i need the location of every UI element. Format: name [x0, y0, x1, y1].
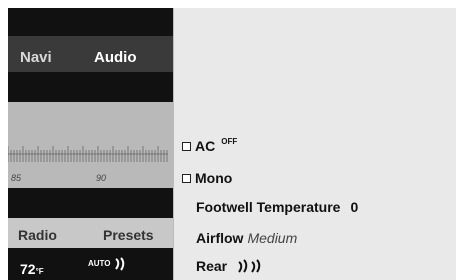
- fan-airflow-icon: [114, 257, 125, 271]
- audio-menu-item[interactable]: Audio: [94, 49, 137, 66]
- mono-label: Mono: [195, 170, 233, 186]
- frequency-scale: [8, 146, 168, 162]
- top-black-band: [8, 8, 173, 36]
- presets-menu-item[interactable]: Presets: [103, 227, 154, 243]
- footwell-temperature-option[interactable]: Footwell Temperature 0: [196, 199, 358, 215]
- rear-option[interactable]: Rear: [196, 258, 263, 274]
- mono-toggle-option[interactable]: Mono: [182, 170, 232, 186]
- navi-menu-item[interactable]: Navi: [20, 49, 52, 66]
- ac-toggle-option[interactable]: AC OFF: [182, 136, 238, 154]
- black-band-2: [8, 72, 173, 102]
- temperature-unit: °F: [35, 267, 44, 276]
- temperature-display: 72°F: [20, 261, 44, 277]
- footwell-label: Footwell Temperature: [196, 199, 341, 215]
- ac-label: AC: [195, 138, 216, 154]
- car-display-screen: Navi Audio 85 90 Radio Presets 72°F AUTO…: [8, 8, 456, 280]
- temperature-value: 72: [20, 261, 36, 277]
- airflow-option[interactable]: Airflow Medium: [196, 230, 297, 246]
- black-band-3: [8, 188, 173, 218]
- rear-label: Rear: [196, 258, 228, 274]
- ac-state: OFF: [221, 136, 238, 146]
- mono-checkbox[interactable]: [182, 173, 191, 183]
- airflow-value: Medium: [247, 230, 298, 246]
- tick-85: 85: [11, 173, 22, 183]
- airflow-label: Airflow: [196, 230, 244, 246]
- climate-options-menu: AC OFF Mono Footwell Temperature 0 Airflo…: [173, 8, 456, 280]
- auto-label: AUTO: [88, 259, 111, 269]
- footwell-value: 0: [350, 199, 359, 215]
- rear-airflow-icon: [238, 259, 261, 273]
- auto-climate-indicator[interactable]: AUTO: [88, 257, 127, 271]
- background-audio-screen: Navi Audio 85 90 Radio Presets 72°F AUTO: [8, 8, 173, 280]
- tick-90: 90: [96, 173, 107, 183]
- ac-checkbox[interactable]: [182, 141, 191, 151]
- radio-menu-item[interactable]: Radio: [18, 227, 57, 243]
